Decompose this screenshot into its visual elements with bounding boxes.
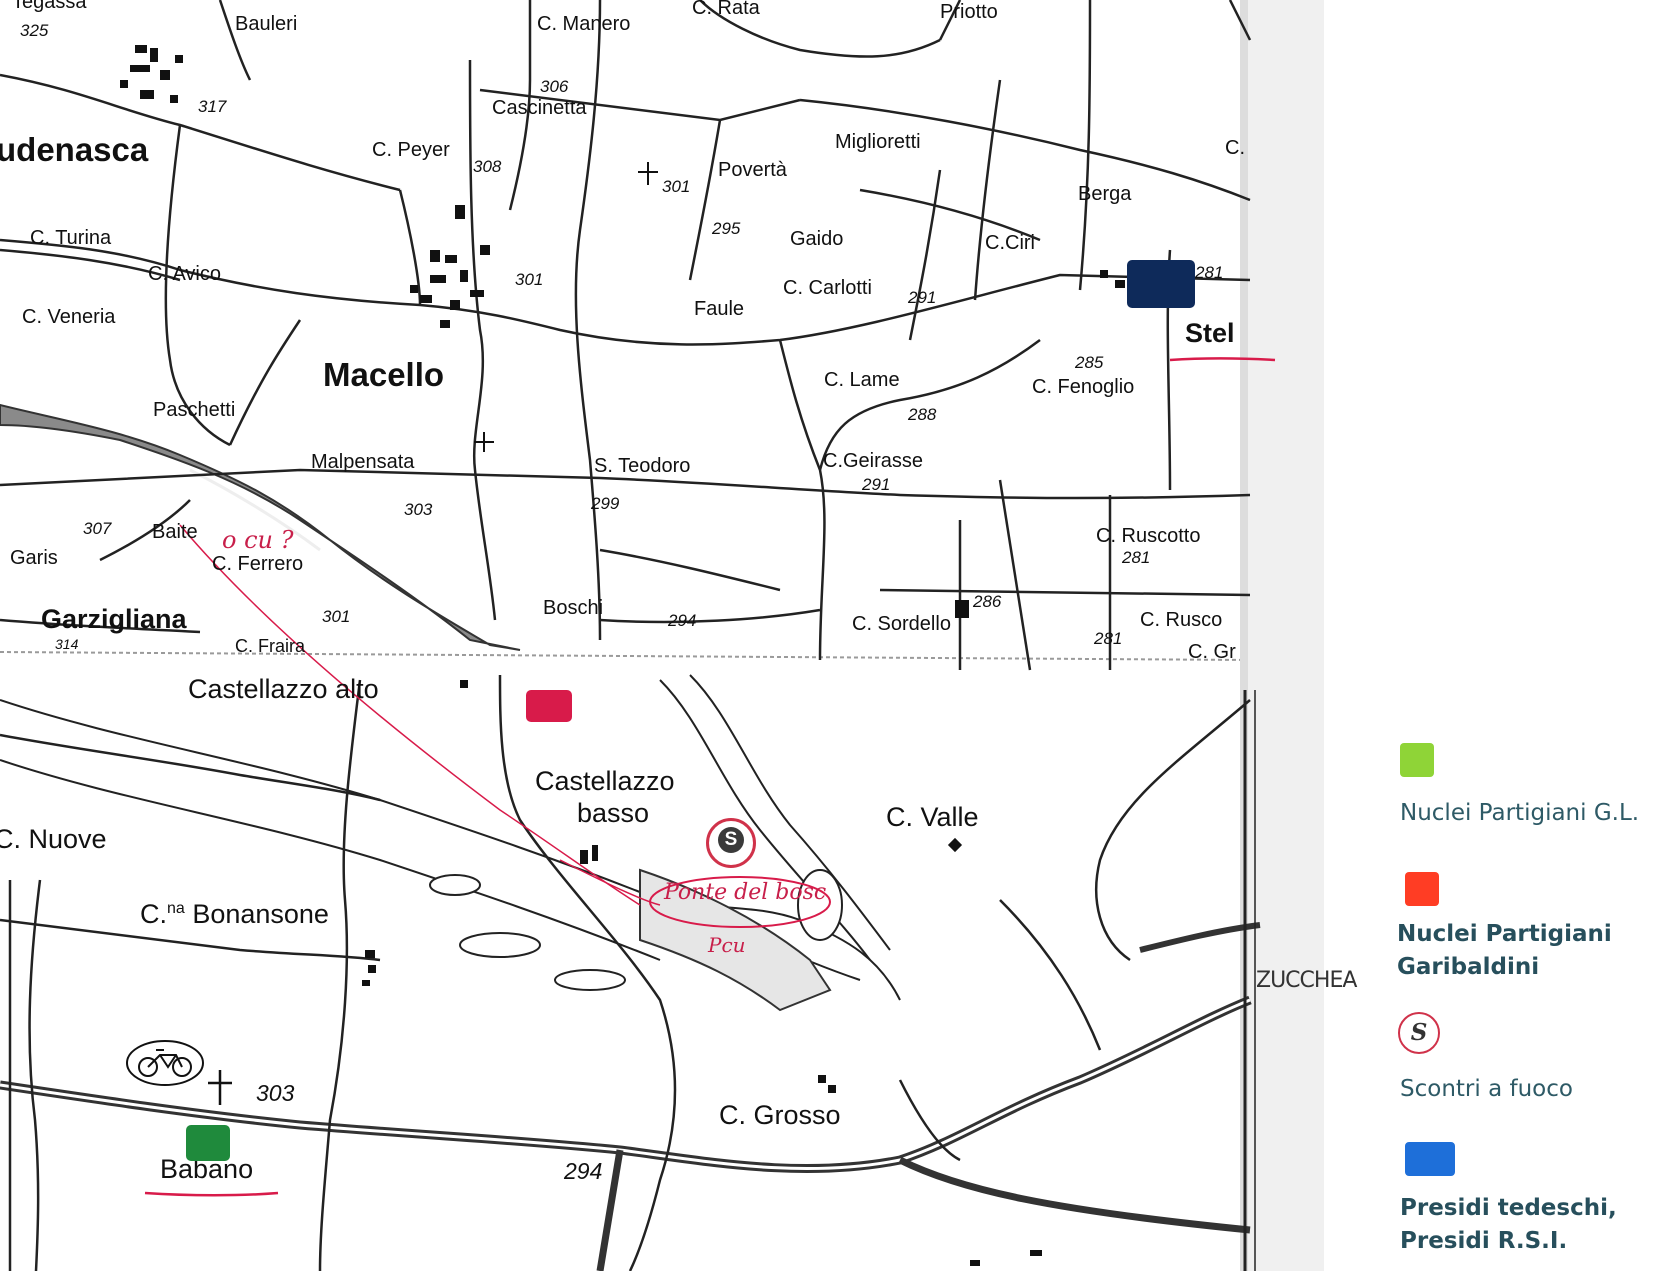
place-malpensata: Malpensata: [311, 451, 415, 473]
place-miglioretti: Miglioretti: [835, 131, 921, 153]
place-castellazzo-alto: Castellazzo alto: [188, 674, 379, 704]
place-macello: Macello: [323, 356, 445, 393]
map-legend: Nuclei Partigiani G.L. Nuclei Partigiani…: [1370, 0, 1662, 1271]
place-bauleri: Bauleri: [235, 13, 298, 35]
elevation-label: 317: [198, 97, 227, 116]
place-c-fenoglio: C. Fenoglio: [1032, 376, 1135, 398]
place-c-ciri: C.Ciri: [985, 232, 1035, 254]
place-c-ferrero: C. Ferrero: [212, 553, 304, 575]
elevation-label: 306: [540, 77, 569, 96]
place-c-geirasse: C.Geirasse: [823, 450, 924, 472]
legend-firefight-icon: S: [1398, 1012, 1440, 1054]
place-stel: Stel: [1185, 318, 1235, 348]
elevation-label: 281: [1122, 548, 1151, 567]
place-c-rusco: C. Rusco: [1140, 609, 1223, 631]
place-priotto: Priotto: [940, 1, 998, 23]
elevation-label: 286: [973, 592, 1002, 611]
elevation-label: 325: [20, 21, 49, 40]
elevation-label: 288: [908, 405, 937, 424]
place-garis: Garis: [10, 547, 58, 569]
place-s-teodoro: S. Teodoro: [594, 455, 691, 477]
elevation-label: 307: [83, 519, 112, 538]
elevation-label: 301: [515, 270, 544, 289]
handwritten-note-ponte-sub: Pcu: [708, 933, 746, 957]
elevation-label: 301: [662, 177, 691, 196]
place-c-sordello: C. Sordello: [852, 613, 951, 635]
legend-label-garibaldini-1: Nuclei Partigiani: [1397, 921, 1612, 947]
legend-label-garibaldini-2: Garibaldini: [1397, 954, 1540, 980]
elevation-label: 314: [55, 636, 79, 652]
place-berga: Berga: [1078, 183, 1132, 205]
place-faule: Faule: [694, 298, 745, 320]
place-cascinetta: Cascinetta: [492, 97, 587, 119]
handwritten-note-question: o cu ?: [222, 526, 294, 554]
legend-swatch-gl: [1400, 743, 1434, 777]
place-boschi: Boschi: [543, 597, 604, 619]
place-c-avico: C. Avico: [148, 263, 221, 285]
legend-label-firefight: Scontri a fuoco: [1400, 1076, 1573, 1102]
place-c-ruscotto: C. Ruscotto: [1096, 525, 1201, 547]
place-castellazzo-basso: Castellazzo: [535, 766, 675, 796]
handwritten-note-zucchea: ZUCCHEA: [1256, 968, 1357, 993]
legend-swatch-garibaldini: [1405, 872, 1439, 906]
place-c-lame: C. Lame: [824, 369, 900, 391]
marker-firefight: S: [706, 818, 756, 868]
elevation-label: 281: [1195, 263, 1224, 282]
place-c-peyer: C. Peyer: [372, 139, 450, 161]
elevation-label: 303: [256, 1080, 295, 1106]
place-c-grosso: C. Grosso: [719, 1100, 841, 1130]
legend-label-gl: Nuclei Partigiani G.L.: [1400, 800, 1640, 826]
place-poverta: Povertà: [718, 159, 787, 181]
place-c-veneria: C. Veneria: [22, 306, 116, 328]
place-c-nuove: C. Nuove: [0, 824, 107, 854]
place-baite: Baite: [152, 521, 198, 543]
legend-label-presidi-1: Presidi tedeschi,: [1400, 1195, 1617, 1221]
place-c-fraira: C. Fraira: [235, 636, 306, 656]
elevation-label: 291: [862, 475, 891, 494]
elevation-label: 299: [591, 494, 620, 513]
elevation-label: 291: [908, 288, 937, 307]
place-c-carlotti: C. Carlotti: [783, 277, 872, 299]
place-tegassa: Tegassa: [12, 0, 87, 13]
place-c-valle: C. Valle: [886, 802, 979, 832]
place-bonansone: C.na Bonansone: [140, 899, 329, 929]
bicycle-icon: [126, 1040, 204, 1086]
elevation-label: 308: [473, 157, 502, 176]
elevation-label: 285: [1075, 353, 1104, 372]
marker-german-garrison: [1127, 260, 1195, 308]
elevation-label: 294: [564, 1158, 603, 1184]
place-garzigliana: Garzigliana: [41, 604, 187, 634]
place-paschetti: Paschetti: [153, 399, 236, 421]
place-c-edge: C.: [1225, 137, 1245, 159]
marker-gl-partisans: [186, 1125, 230, 1161]
elevation-label: 301: [322, 607, 351, 626]
place-c-gr: C. Gr: [1188, 641, 1236, 663]
marker-garibaldini: [526, 690, 572, 722]
legend-swatch-presidi: [1405, 1142, 1455, 1176]
place-gaido: Gaido: [790, 228, 844, 250]
place-c-manero: C. Manero: [537, 13, 631, 35]
place-udenasca: udenasca: [0, 131, 149, 168]
place-c-rata: C. Rata: [692, 0, 760, 19]
place-castellazzo-basso-line2: basso: [577, 798, 650, 828]
place-c-turina: C. Turina: [30, 227, 112, 249]
elevation-label: 281: [1094, 629, 1123, 648]
legend-label-presidi-2: Presidi R.S.I.: [1400, 1228, 1568, 1254]
elevation-label: 303: [404, 500, 433, 519]
elevation-label: 295: [712, 219, 741, 238]
elevation-label: 294: [668, 611, 697, 630]
handwritten-note-ponte: Ponte del bosc: [664, 880, 827, 905]
